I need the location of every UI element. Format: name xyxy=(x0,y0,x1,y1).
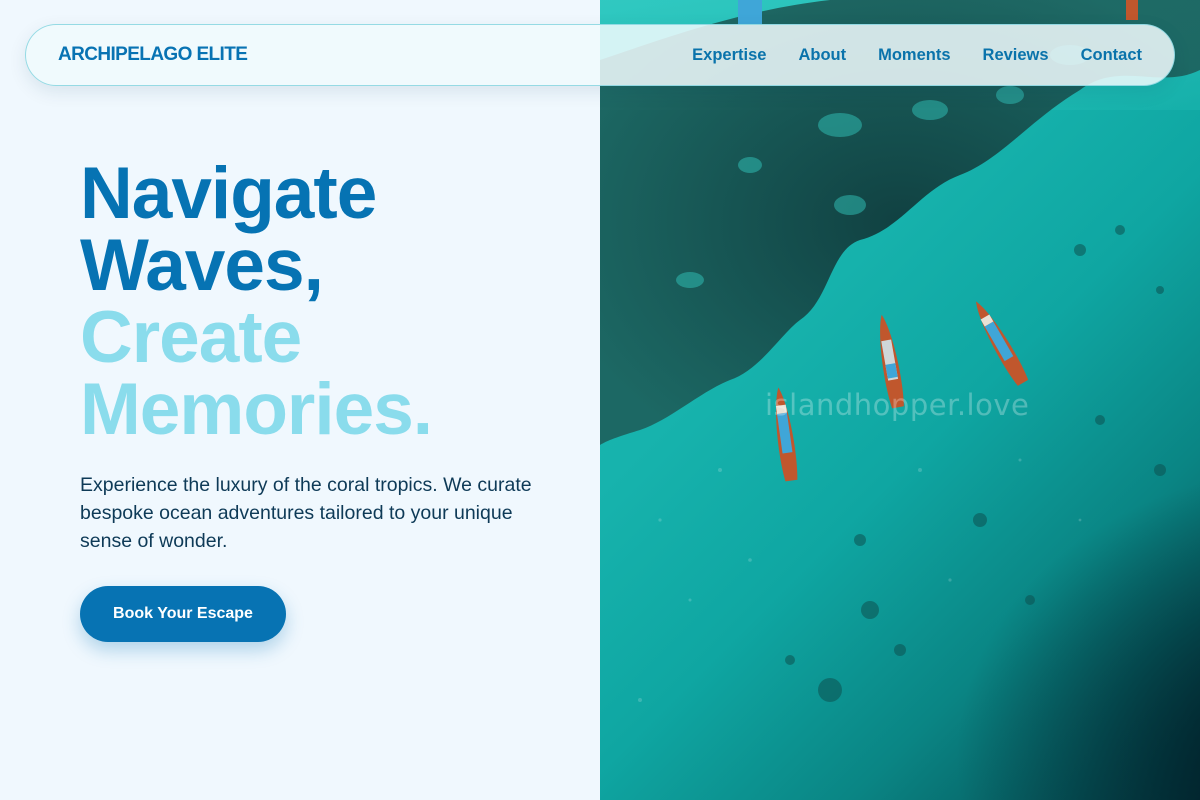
longtail-boat-icon xyxy=(1126,0,1138,20)
headline-line-waves: Waves, xyxy=(80,225,324,306)
brand-logo[interactable]: ARCHIPELAGO ELITE xyxy=(58,44,248,66)
hero-aerial-photo: islandhopper.love xyxy=(600,0,1200,800)
nav-link-expertise[interactable]: Expertise xyxy=(692,46,766,65)
nav-link-moments[interactable]: Moments xyxy=(878,46,950,65)
nav-link-contact[interactable]: Contact xyxy=(1081,46,1142,65)
longtail-boat-icon xyxy=(738,0,762,24)
nav-links: Expertise About Moments Reviews Contact xyxy=(692,46,1142,65)
nav-link-about[interactable]: About xyxy=(798,46,846,65)
top-navbar: ARCHIPELAGO ELITE Expertise About Moment… xyxy=(25,24,1175,86)
image-watermark: islandhopper.love xyxy=(765,388,1030,422)
headline-line-memories: Memories. xyxy=(80,369,433,450)
hero-headline: Navigate Waves, Create Memories. xyxy=(80,153,433,450)
scattered-coral xyxy=(785,225,1166,702)
book-escape-button[interactable]: Book Your Escape xyxy=(80,586,286,642)
water-sparkle xyxy=(638,458,1082,702)
longtail-boat-icon xyxy=(976,301,1029,386)
hero-description: Experience the luxury of the coral tropi… xyxy=(80,474,532,552)
headline-line-navigate: Navigate xyxy=(80,153,377,234)
headline-line-create: Create xyxy=(80,297,302,378)
nav-link-reviews[interactable]: Reviews xyxy=(983,46,1049,65)
